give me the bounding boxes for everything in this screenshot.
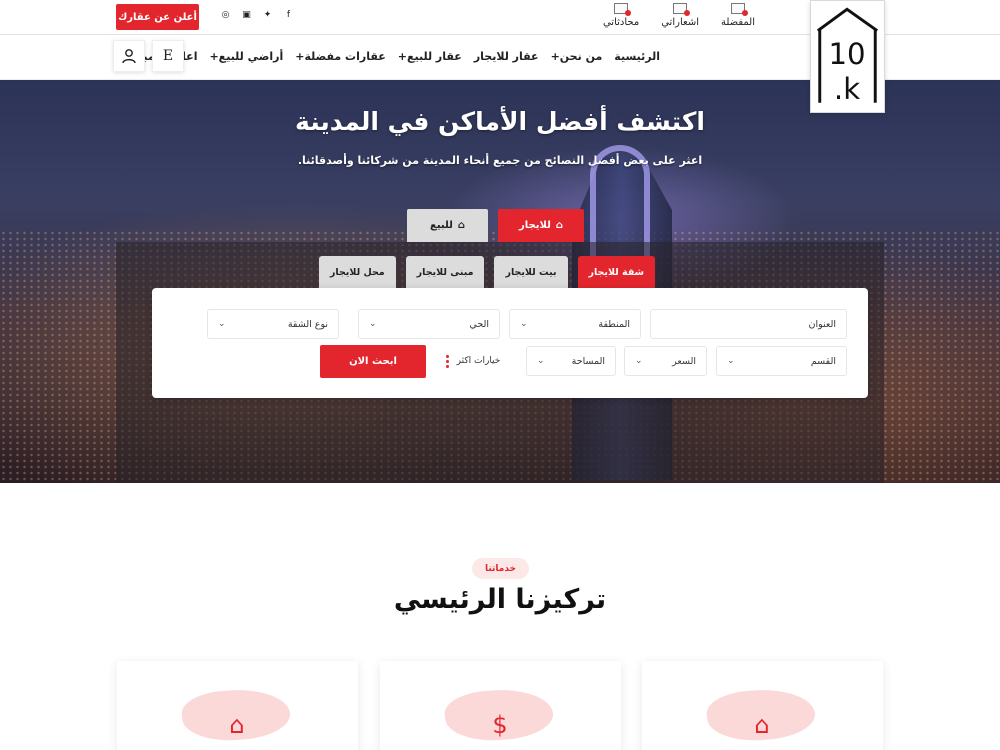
hero-section: اكتشف أفضل الأماكن في المدينة اعثر على ب… — [0, 80, 1000, 483]
area-label: المنطقة — [598, 318, 630, 330]
more-vertical-icon — [445, 354, 449, 368]
nav-menu: الرئيسية من نحن+ عقار للايجار عقار للبيع… — [116, 50, 660, 63]
district-label: الحي — [469, 318, 489, 330]
chevron-down-icon: ⌄ — [218, 319, 226, 329]
address-input[interactable]: العنوان — [650, 309, 847, 339]
nav-item-featured[interactable]: عقارات مفضلة+ — [295, 50, 386, 63]
mail-icon — [614, 3, 632, 16]
user-links: المفضلة اشعاراتي محادثاتي — [603, 3, 755, 28]
logo-text: 10 — [828, 37, 865, 71]
nav-item-for-rent[interactable]: عقار للايجار — [474, 50, 539, 63]
user-icon — [122, 49, 136, 64]
apartment-type-select[interactable]: نوع الشقة ⌄ — [207, 309, 339, 339]
house-search-icon: ⌂ — [754, 711, 770, 739]
e-button[interactable]: E — [152, 40, 184, 72]
home-icon: ⌂ — [555, 220, 563, 231]
tab-shop-rent[interactable]: محل للايجار — [318, 256, 396, 288]
service-card[interactable]: $ — [380, 661, 621, 750]
social-links: ◎ ▣ ✦ f — [220, 9, 294, 20]
favorites-label: المفضلة — [720, 17, 755, 28]
conversations-label: محادثاتي — [602, 17, 640, 28]
space-select[interactable]: المساحة ⌄ — [526, 346, 616, 376]
mail-icon — [731, 3, 748, 16]
house-handshake-icon: ⌂ — [229, 711, 245, 739]
dribbble-icon[interactable]: ◎ — [220, 9, 231, 20]
money-icon: $ — [492, 711, 508, 739]
search-form: العنوان المنطقة ⌄ الحي ⌄ نوع الشقة ⌄ الق… — [152, 288, 868, 398]
more-options-button[interactable]: خيارات اكثر — [436, 345, 510, 377]
tab-building-rent[interactable]: مبنى للايجار — [405, 256, 485, 288]
service-card[interactable]: ⌂ — [117, 661, 358, 750]
chevron-down-icon: ⌄ — [369, 319, 377, 329]
property-type-tabs: شقة للايجار بيت للايجار مبنى للايجار محل… — [318, 256, 655, 288]
notifications-link[interactable]: اشعاراتي — [661, 3, 699, 28]
more-options-label: خيارات اكثر — [456, 356, 501, 366]
space-label: المساحة — [571, 355, 605, 367]
section-label: القسم — [810, 355, 836, 367]
nav-item-home[interactable]: الرئيسية — [614, 50, 660, 63]
section-select[interactable]: القسم ⌄ — [716, 346, 847, 376]
svg-text:k.: k. — [834, 72, 860, 106]
tab-house-rent[interactable]: بيت للايجار — [494, 256, 568, 288]
tab-for-rent[interactable]: ⌂ للايجار — [498, 209, 584, 242]
apartment-type-label: نوع الشقة — [287, 318, 328, 330]
nav-item-about[interactable]: من نحن+ — [551, 50, 603, 63]
chevron-down-icon: ⌄ — [727, 356, 735, 366]
conversations-link[interactable]: محادثاتي — [603, 3, 639, 28]
favorites-link[interactable]: المفضلة — [721, 3, 755, 28]
services-badge: خدماتنا — [472, 558, 529, 579]
services-title: تركيزنا الرئيسي — [393, 584, 607, 615]
search-now-button[interactable]: ابحث الان — [320, 345, 426, 378]
house-logo-icon: 10 k. — [816, 7, 879, 106]
district-select[interactable]: الحي ⌄ — [358, 309, 500, 339]
price-label: السعر — [672, 355, 696, 367]
area-select[interactable]: المنطقة ⌄ — [509, 309, 641, 339]
mail-icon — [673, 3, 691, 16]
service-card[interactable]: ⌂ — [642, 661, 883, 750]
tab-for-rent-label: للايجار — [519, 220, 551, 231]
hero-subtitle: اعثر على بعض أفضل النصائح من جميع أنحاء … — [297, 154, 703, 167]
nav-item-for-sale[interactable]: عقار للبيع+ — [398, 50, 462, 63]
tab-for-sale-label: للبيع — [430, 220, 453, 231]
chevron-down-icon: ⌄ — [635, 356, 643, 366]
chevron-down-icon: ⌄ — [520, 319, 528, 329]
tab-apartment-rent[interactable]: شقة للايجار — [577, 256, 655, 288]
facebook-icon[interactable]: f — [283, 9, 294, 20]
user-account-button[interactable] — [113, 40, 145, 72]
nav-item-land[interactable]: أراضي للبيع+ — [209, 50, 283, 63]
tab-for-sale[interactable]: ⌂ للبيع — [407, 209, 488, 242]
address-placeholder: العنوان — [808, 318, 836, 330]
chevron-down-icon: ⌄ — [537, 356, 545, 366]
price-select[interactable]: السعر ⌄ — [624, 346, 707, 376]
notifications-label: اشعاراتي — [661, 17, 699, 28]
twitter-icon[interactable]: ✦ — [262, 9, 273, 20]
home-icon: ⌂ — [457, 220, 466, 231]
instagram-icon[interactable]: ▣ — [241, 9, 252, 20]
site-logo[interactable]: 10 k. — [810, 0, 885, 113]
advertise-property-button[interactable]: أعلن عن عقارك — [116, 4, 199, 30]
